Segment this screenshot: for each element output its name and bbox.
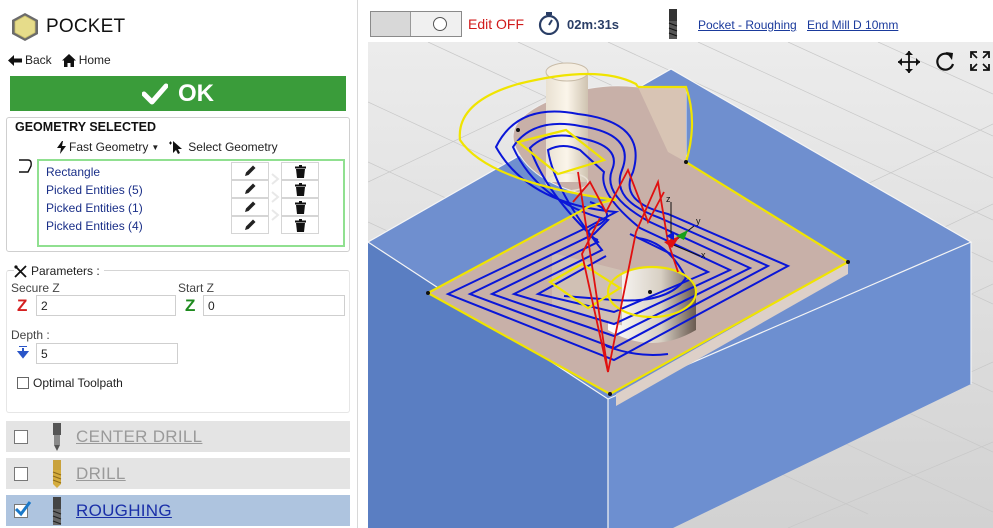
edit-toggle[interactable] — [370, 11, 462, 37]
parameters-title: Parameters : — [31, 264, 100, 278]
home-icon — [61, 53, 76, 67]
reorder-arrows-icon — [271, 173, 280, 221]
back-label: Back — [25, 53, 52, 67]
operation-name[interactable]: ROUGHING — [76, 501, 172, 521]
parameters-heading: Parameters : — [14, 264, 104, 278]
ok-button[interactable]: OK — [10, 76, 346, 111]
edit-status: Edit OFF — [468, 16, 525, 32]
start-z-label: Start Z — [178, 281, 215, 295]
geometry-section: GEOMETRY SELECTED Fast Geometry ▼ Select… — [6, 117, 350, 252]
trash-icon — [294, 200, 306, 214]
ok-label: OK — [178, 79, 214, 107]
edit-geometry-button[interactable] — [231, 180, 269, 198]
cursor-select-icon — [169, 141, 183, 154]
trash-icon — [294, 164, 306, 178]
geometry-item-picked-4[interactable]: Picked Entities (4) — [46, 219, 143, 237]
delete-geometry-button[interactable] — [281, 198, 319, 216]
edit-geometry-button[interactable] — [231, 162, 269, 180]
panel-header: POCKET — [10, 10, 125, 44]
viewport-controls — [897, 50, 991, 74]
home-link[interactable]: Home — [61, 53, 111, 67]
top-toolbar: Edit OFF 02m:31s Pocket - Roughing End M… — [364, 0, 993, 42]
rotate-icon[interactable] — [933, 50, 957, 74]
depth-input[interactable] — [36, 343, 178, 364]
elapsed-time: 02m:31s — [567, 17, 620, 32]
end-mill-icon — [46, 496, 68, 525]
depth-arrow-icon — [17, 346, 29, 359]
secure-z-label: Secure Z — [11, 281, 60, 295]
depth-label: Depth : — [11, 328, 50, 342]
page-title: POCKET — [46, 16, 126, 37]
3d-scene: z y x — [368, 42, 993, 528]
geometry-item-picked-1[interactable]: Picked Entities (1) — [46, 201, 143, 219]
home-label: Home — [78, 53, 111, 67]
center-drill-icon — [46, 422, 68, 451]
optimal-toolpath-label: Optimal Toolpath — [33, 376, 123, 390]
nav-bar: Back Home — [8, 53, 111, 67]
fast-geometry-label: Fast Geometry — [69, 140, 149, 154]
geometry-item-picked-5[interactable]: Picked Entities (5) — [46, 183, 143, 201]
select-geometry-button[interactable]: Select Geometry — [169, 140, 278, 154]
tools-cross-icon — [14, 264, 27, 278]
trash-icon — [294, 218, 306, 232]
pencil-icon — [245, 183, 256, 194]
secure-z-input[interactable] — [36, 295, 176, 316]
geometry-tools: Fast Geometry ▼ Select Geometry — [57, 140, 278, 154]
geometry-list: Rectangle Picked Entities (5) Picked Ent… — [37, 159, 345, 247]
left-panel: POCKET Back Home OK GEOMETRY SELECTED Fa… — [0, 0, 358, 528]
delete-geometry-button[interactable] — [281, 162, 319, 180]
edit-geometry-button[interactable] — [231, 216, 269, 234]
checkmark-icon — [142, 83, 168, 104]
delete-geometry-button[interactable] — [281, 216, 319, 234]
pocket-icon — [10, 11, 40, 43]
trash-icon — [294, 182, 306, 196]
operation-link[interactable]: Pocket - Roughing — [698, 18, 797, 32]
edit-geometry-button[interactable] — [231, 198, 269, 216]
fast-geometry-dropdown[interactable]: Fast Geometry ▼ — [57, 140, 159, 154]
toggle-knob — [433, 17, 447, 31]
geometry-title: GEOMETRY SELECTED — [15, 120, 156, 134]
back-link[interactable]: Back — [8, 53, 52, 67]
start-z-icon: Z — [185, 296, 196, 315]
geometry-item-rectangle[interactable]: Rectangle — [46, 165, 100, 183]
start-z-input[interactable] — [203, 295, 345, 316]
lightning-icon — [57, 140, 66, 154]
operation-row-center-drill[interactable]: CENTER DRILL — [6, 421, 350, 452]
end-mill-tool-icon — [668, 9, 678, 39]
pencil-icon — [245, 219, 256, 230]
operation-name[interactable]: DRILL — [76, 464, 126, 484]
operation-name[interactable]: CENTER DRILL — [76, 427, 202, 447]
select-geometry-label: Select Geometry — [188, 140, 278, 154]
operation-row-drill[interactable]: DRILL — [6, 458, 350, 489]
operation-checkbox[interactable] — [14, 429, 28, 444]
axis-z-label: z — [666, 194, 671, 204]
back-arrow-icon — [8, 54, 22, 66]
fullscreen-icon[interactable] — [969, 50, 991, 72]
3d-viewport[interactable]: z y x — [368, 42, 993, 528]
stopwatch-icon — [538, 12, 560, 35]
pan-move-icon[interactable] — [897, 50, 921, 74]
polygon-icon — [19, 159, 32, 173]
secure-z-icon: Z — [17, 296, 28, 315]
tool-link[interactable]: End Mill D 10mm — [807, 18, 898, 32]
optimal-toolpath-checkbox[interactable] — [17, 377, 29, 389]
pencil-icon — [245, 165, 256, 176]
pencil-icon — [245, 201, 256, 212]
delete-geometry-button[interactable] — [281, 180, 319, 198]
axis-y-label: y — [696, 216, 701, 226]
drill-bit-icon — [46, 459, 68, 488]
axis-x-label: x — [701, 250, 706, 260]
operation-row-roughing[interactable]: ROUGHING — [6, 495, 350, 526]
operation-checkbox[interactable] — [14, 466, 28, 481]
dropdown-arrow-icon: ▼ — [151, 142, 160, 152]
toggle-track — [371, 12, 411, 36]
tall-cylinder-top — [545, 62, 589, 82]
operation-checkbox-checked[interactable] — [14, 500, 32, 518]
